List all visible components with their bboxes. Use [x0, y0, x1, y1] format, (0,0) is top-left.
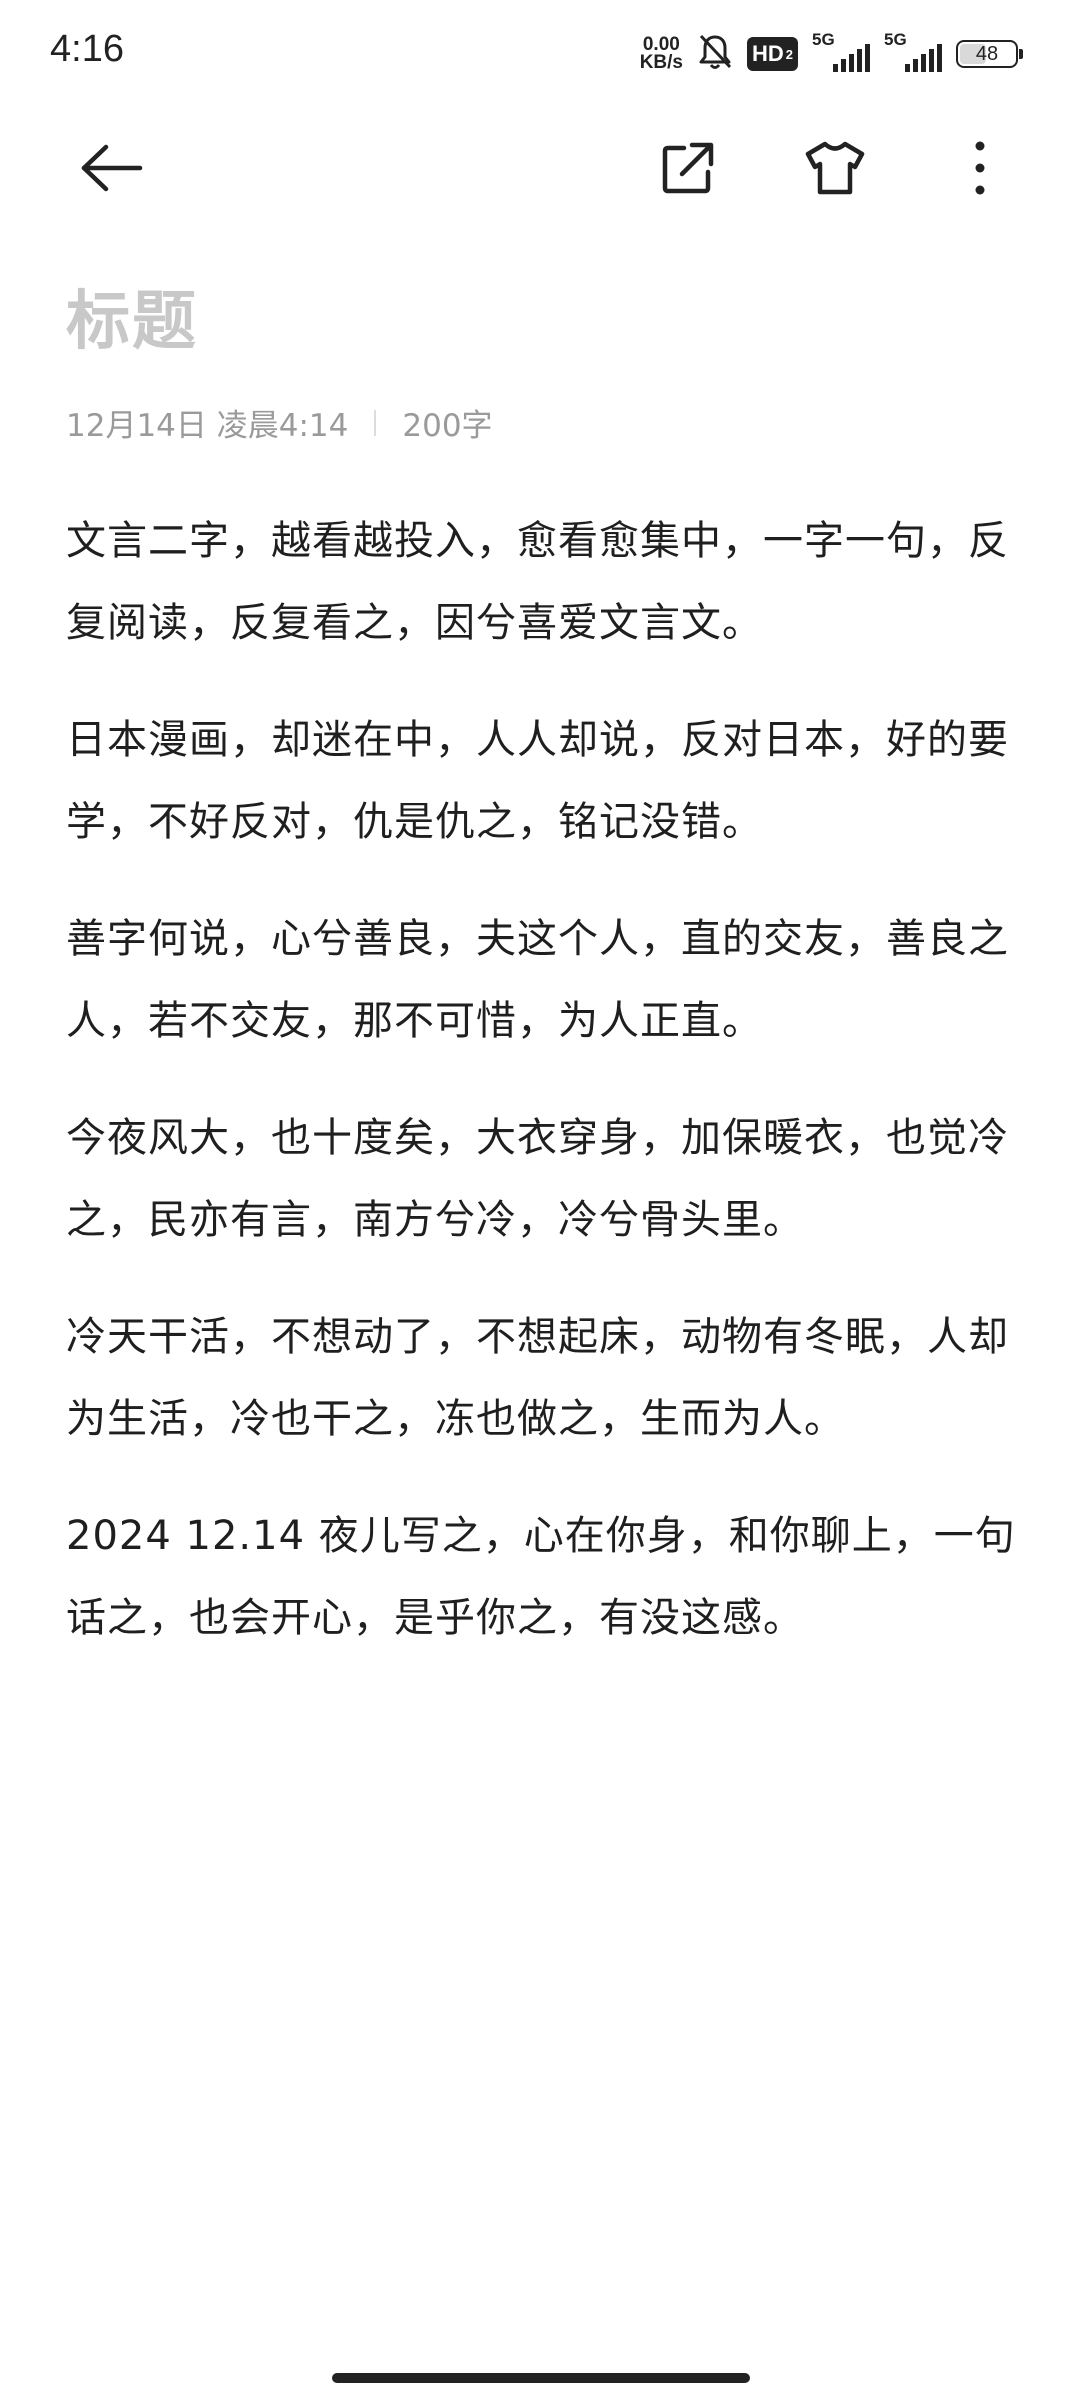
hd-sub: 2: [785, 46, 793, 62]
network-speed: 0.00 KB/s: [639, 35, 683, 73]
theme-button[interactable]: [790, 125, 880, 215]
note-paragraph: 今夜风大，也十度矣，大衣穿身，加保暖衣，也觉冷之，民亦有言，南方兮冷，冷兮骨头里…: [66, 1115, 1009, 1243]
status-time: 4:16: [50, 28, 124, 70]
status-bar: 4:16 0.00 KB/s HD 2 5G 5G 48: [0, 0, 1080, 110]
battery-icon: 48: [956, 40, 1023, 68]
note-meta: 12月14日 凌晨4:14 200字: [66, 400, 493, 445]
back-arrow-icon: [78, 143, 144, 197]
status-icons: 0.00 KB/s HD 2 5G 5G 48: [639, 30, 1023, 78]
signal-icon-2: 5G: [884, 30, 942, 74]
hd-voice-icon: HD 2: [746, 37, 798, 71]
battery-level: 48: [975, 42, 999, 65]
more-options-button[interactable]: [935, 125, 1025, 215]
note-paragraph: 2024 12.14 夜儿写之，心在你身，和你聊上，一句话之，也会开心，是乎你之…: [66, 1513, 1016, 1641]
note-title-input[interactable]: 标题: [66, 270, 198, 362]
note-paragraph: 文言二字，越看越投入，愈看愈集中，一字一句，反复阅读，反复看之，因兮喜爱文言文。: [66, 518, 1009, 646]
theme-shirt-icon: [804, 139, 866, 201]
note-paragraph: 善字何说，心兮善良，夫这个人，直的交友，善良之人，若不交友，那不可惜，为人正直。: [66, 916, 1009, 1044]
note-paragraph: 日本漫画，却迷在中，人人却说，反对日本，好的要学，不好反对，仇是仇之，铭记没错。: [66, 717, 1009, 845]
network-speed-unit: KB/s: [639, 52, 683, 73]
meta-divider: [374, 409, 377, 436]
note-word-count: 200字: [402, 408, 493, 444]
note-body-editor[interactable]: 文言二字，越看越投入，愈看愈集中，一字一句，反复阅读，反复看之，因兮喜爱文言文。…: [66, 500, 1026, 1694]
back-button[interactable]: [66, 125, 156, 215]
more-vertical-icon: [973, 140, 987, 200]
signal-type-label-2: 5G: [884, 30, 907, 49]
note-toolbar: [0, 125, 1080, 225]
note-paragraph: 冷天干活，不想动了，不想起床，动物有冬眠，人却为生活，冷也干之，冻也做之，生而为…: [66, 1314, 1009, 1442]
share-icon: [660, 140, 716, 200]
hd-label: HD: [751, 41, 784, 66]
mute-bell-icon: [697, 32, 733, 76]
signal-icon: 5G: [812, 30, 870, 74]
signal-type-label: 5G: [812, 30, 835, 49]
note-date: 12月14日 凌晨4:14: [66, 408, 349, 444]
share-button[interactable]: [643, 125, 733, 215]
home-gesture-bar[interactable]: [332, 2373, 750, 2383]
